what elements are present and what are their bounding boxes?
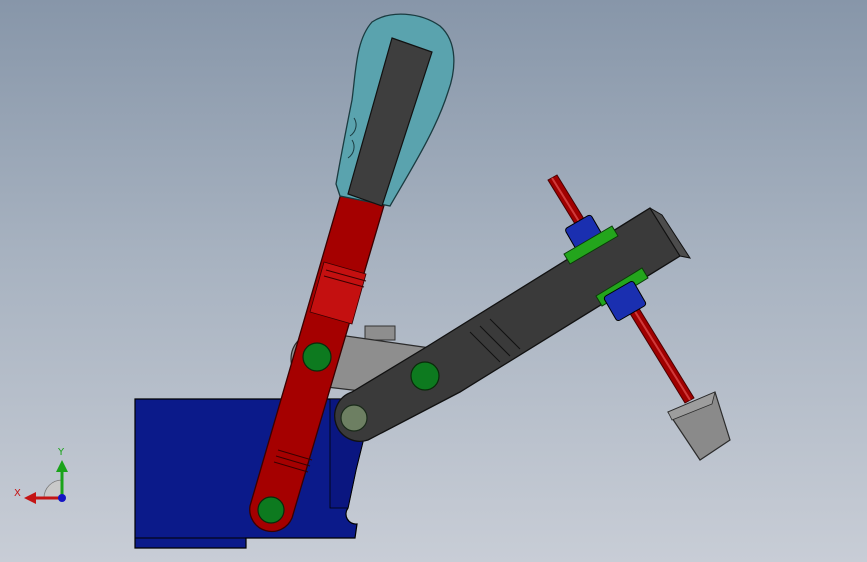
x-axis-arrow [24, 492, 36, 504]
pivot-pin[interactable] [302, 342, 332, 372]
orientation-triad: Y X [14, 447, 68, 504]
pivot-pin[interactable] [340, 404, 368, 432]
toggle-clamp-assembly[interactable] [0, 0, 867, 562]
pivot-pin[interactable] [257, 496, 285, 524]
rubber-tip[interactable] [667, 391, 731, 461]
pivot-pin[interactable] [410, 361, 440, 391]
grip-handle[interactable] [335, 13, 455, 207]
z-axis-dot [58, 494, 66, 502]
y-axis-label: Y [57, 447, 65, 458]
x-axis-label: X [14, 488, 21, 499]
y-axis-arrow [56, 460, 68, 472]
cad-viewport[interactable]: Y X [0, 0, 867, 562]
